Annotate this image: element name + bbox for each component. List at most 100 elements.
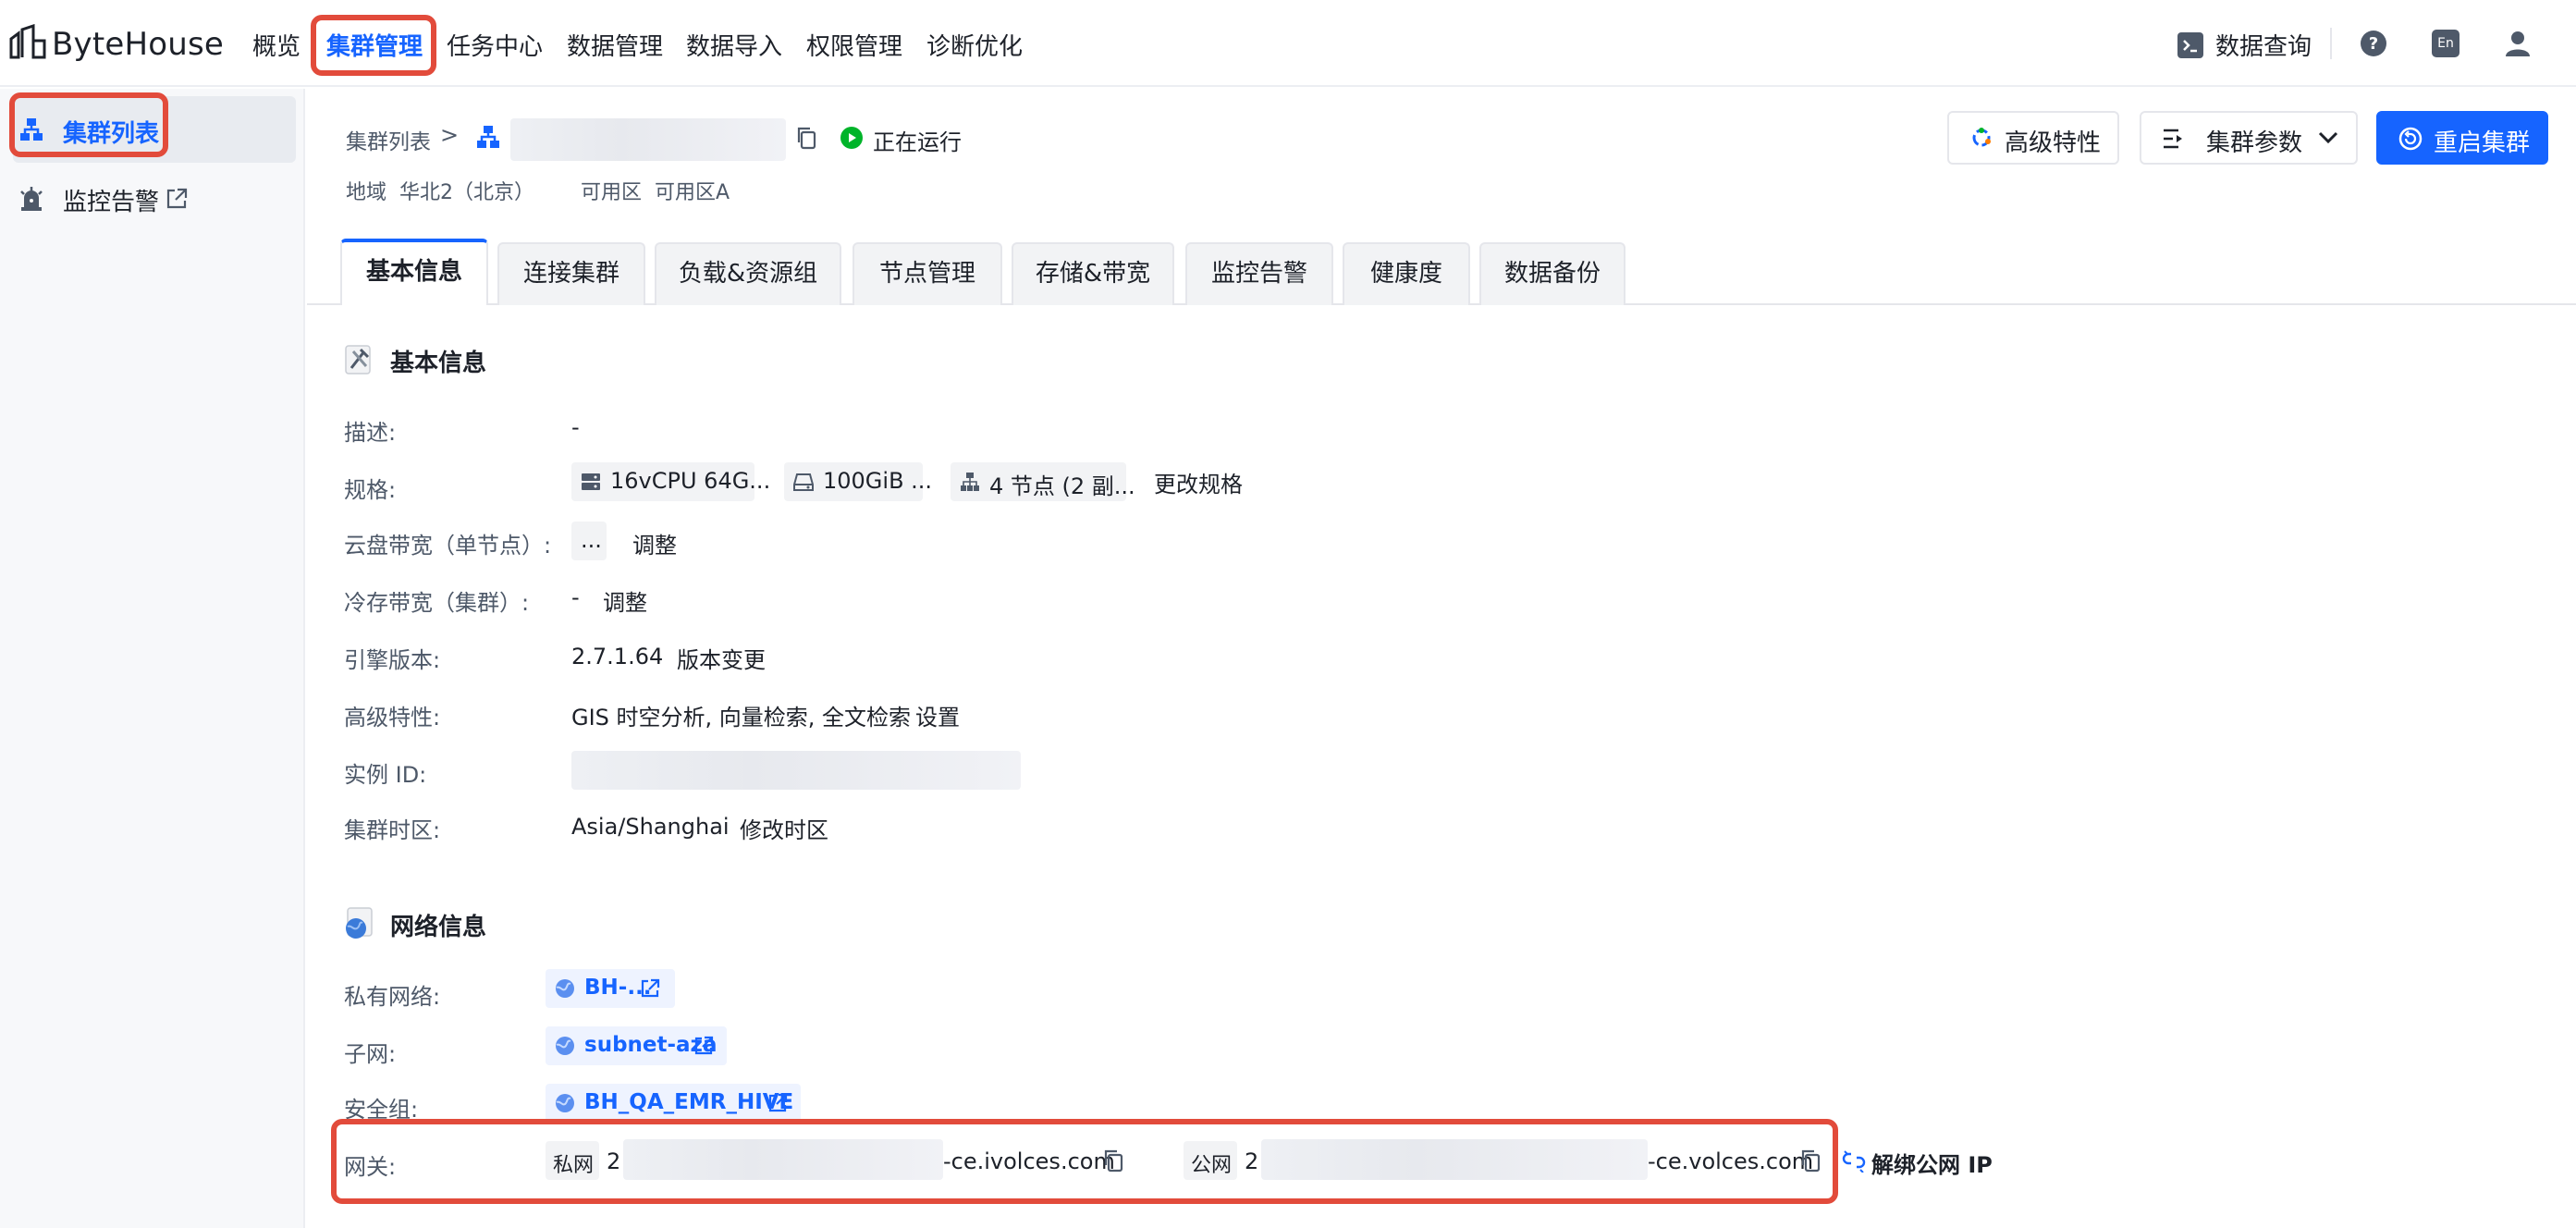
disk-bandwidth-label: 云盘带宽（单节点）: — [344, 533, 552, 559]
question-circle-icon[interactable]: ? — [2360, 30, 2387, 57]
tab-node-management[interactable]: 节点管理 — [853, 242, 1002, 305]
tab-basic-info[interactable]: 基本信息 — [340, 239, 488, 305]
tab-data-backup[interactable]: 数据备份 — [1479, 242, 1625, 305]
disk-bandwidth-adjust-link[interactable]: 调整 — [632, 527, 677, 559]
spec-label: 规格: — [344, 477, 397, 503]
top-navigation: ByteHouse 概览 集群管理 任务中心 数据管理 数据导入 权限管理 诊断… — [0, 0, 2576, 87]
disk-icon — [793, 472, 814, 492]
nav-data-import[interactable]: 数据导入 — [686, 28, 782, 62]
unlink-icon — [1842, 1148, 1866, 1173]
user-icon[interactable] — [2504, 30, 2532, 57]
advanced-features-label: 高级特性: — [344, 705, 441, 731]
breadcrumb-separator: > — [440, 122, 460, 148]
zone-value: 可用区A — [655, 181, 730, 204]
advanced-features-button[interactable]: 高级特性 — [1947, 111, 2119, 165]
external-link-icon — [640, 978, 660, 999]
unbind-public-ip-link[interactable]: 解绑公网 IP — [1871, 1147, 1993, 1179]
alarm-icon — [18, 185, 44, 213]
cluster-status: 正在运行 — [873, 129, 962, 155]
change-spec-link[interactable]: 更改规格 — [1154, 466, 1243, 498]
subnet-link-chip[interactable]: subnet-aza — [546, 1026, 727, 1065]
security-group-value: BH_QA_EMR_HIVE — [584, 1090, 794, 1114]
external-link-icon — [693, 1036, 714, 1056]
globe-icon — [555, 1036, 575, 1056]
colorful-spark-icon — [1971, 128, 1992, 148]
brand-name[interactable]: ByteHouse — [52, 26, 224, 63]
restart-icon — [2398, 127, 2423, 151]
advanced-features-value: GIS 时空分析, 向量检索, 全文检索 — [571, 705, 912, 731]
desc-label: 描述: — [344, 420, 397, 446]
engine-version-label: 引擎版本: — [344, 647, 441, 673]
svg-text:?: ? — [2369, 34, 2378, 54]
breadcrumb-root[interactable]: 集群列表 — [346, 124, 431, 155]
advanced-features-label: 高级特性 — [2005, 129, 2102, 157]
copy-icon[interactable] — [795, 126, 817, 150]
terminal-icon[interactable] — [2177, 31, 2204, 59]
network-info-title: 网络信息 — [390, 914, 487, 941]
subnet-label: 子网: — [344, 1041, 397, 1067]
external-link-icon — [767, 1093, 788, 1113]
zone-label: 可用区 — [581, 181, 643, 204]
highlight-box-sidebar — [9, 92, 168, 157]
tools-icon — [344, 342, 377, 375]
desc-value: - — [571, 414, 580, 440]
server-icon — [581, 472, 601, 492]
spec-nodes-chip: 4 节点 (2 副... — [951, 462, 1135, 501]
tab-storage-bandwidth[interactable]: 存储&带宽 — [1012, 242, 1174, 305]
cluster-name-redacted — [510, 118, 786, 161]
features-settings-link[interactable]: 设置 — [915, 699, 960, 731]
timezone-value: Asia/Shanghai — [571, 814, 730, 840]
cold-bandwidth-value: - — [571, 584, 580, 610]
cold-bandwidth-label: 冷存带宽（集群）: — [344, 590, 530, 616]
spec-cpu-chip: 16vCPU 64G... — [571, 462, 770, 501]
instance-id-redacted — [571, 751, 1021, 790]
disk-bandwidth-value: ... — [571, 522, 607, 560]
cluster-params-label: 集群参数 — [2206, 129, 2303, 157]
basic-info-title: 基本信息 — [390, 350, 487, 377]
running-status-icon — [840, 126, 864, 150]
highlight-box-gateway — [331, 1119, 1838, 1204]
nodes-icon — [960, 472, 980, 492]
sidebar-item-label: 监控告警 — [63, 189, 160, 216]
vpc-link-chip[interactable]: BH-... — [546, 969, 675, 1008]
nav-divider — [2330, 28, 2332, 59]
restart-cluster-button[interactable]: 重启集群 — [2376, 111, 2548, 165]
nav-diagnosis[interactable]: 诊断优化 — [926, 28, 1023, 62]
globe-icon — [555, 1093, 575, 1113]
engine-version-value: 2.7.1.64 — [571, 644, 664, 669]
cluster-params-button[interactable]: 集群参数 — [2140, 111, 2358, 165]
nav-overview[interactable]: 概览 — [252, 28, 301, 62]
nav-data-management[interactable]: 数据管理 — [567, 28, 663, 62]
bytehouse-logo-icon[interactable] — [7, 24, 48, 61]
language-switch-icon[interactable]: En — [2432, 30, 2459, 57]
data-query-button[interactable]: 数据查询 — [2215, 28, 2312, 62]
spec-nodes-text: 4 节点 (2 副... — [989, 473, 1135, 499]
network-globe-icon — [342, 906, 377, 941]
instance-id-label: 实例 ID: — [344, 762, 427, 788]
timezone-label: 集群时区: — [344, 817, 441, 843]
highlight-box-nav — [311, 15, 436, 76]
chevron-down-icon — [2317, 129, 2339, 146]
vpc-label: 私有网络: — [344, 984, 441, 1010]
spec-disk-text: 100GiB ... — [823, 468, 933, 494]
change-version-link[interactable]: 版本变更 — [677, 642, 766, 674]
region-label: 地域 — [346, 181, 387, 204]
nav-task-center[interactable]: 任务中心 — [447, 28, 543, 62]
region-value: 华北2（北京） — [399, 181, 534, 204]
tab-health[interactable]: 健康度 — [1343, 242, 1470, 305]
cold-bandwidth-adjust-link[interactable]: 调整 — [603, 584, 647, 617]
restart-cluster-label: 重启集群 — [2434, 129, 2531, 157]
external-link-icon — [165, 187, 189, 211]
sidebar: 集群列表 监控告警 — [0, 89, 305, 1228]
spec-disk-chip: 100GiB ... — [784, 462, 932, 501]
tab-monitoring[interactable]: 监控告警 — [1185, 242, 1333, 305]
nav-permission-management[interactable]: 权限管理 — [806, 28, 902, 62]
change-timezone-link[interactable]: 修改时区 — [740, 812, 828, 844]
tab-load-resource-group[interactable]: 负载&资源组 — [655, 242, 841, 305]
list-menu-icon — [2162, 128, 2186, 150]
sidebar-item-monitoring[interactable]: 监控告警 — [13, 165, 296, 231]
globe-icon — [555, 978, 575, 999]
security-group-link-chip[interactable]: BH_QA_EMR_HIVE — [546, 1084, 801, 1123]
tab-connect-cluster[interactable]: 连接集群 — [497, 242, 645, 305]
cluster-icon — [475, 124, 501, 150]
